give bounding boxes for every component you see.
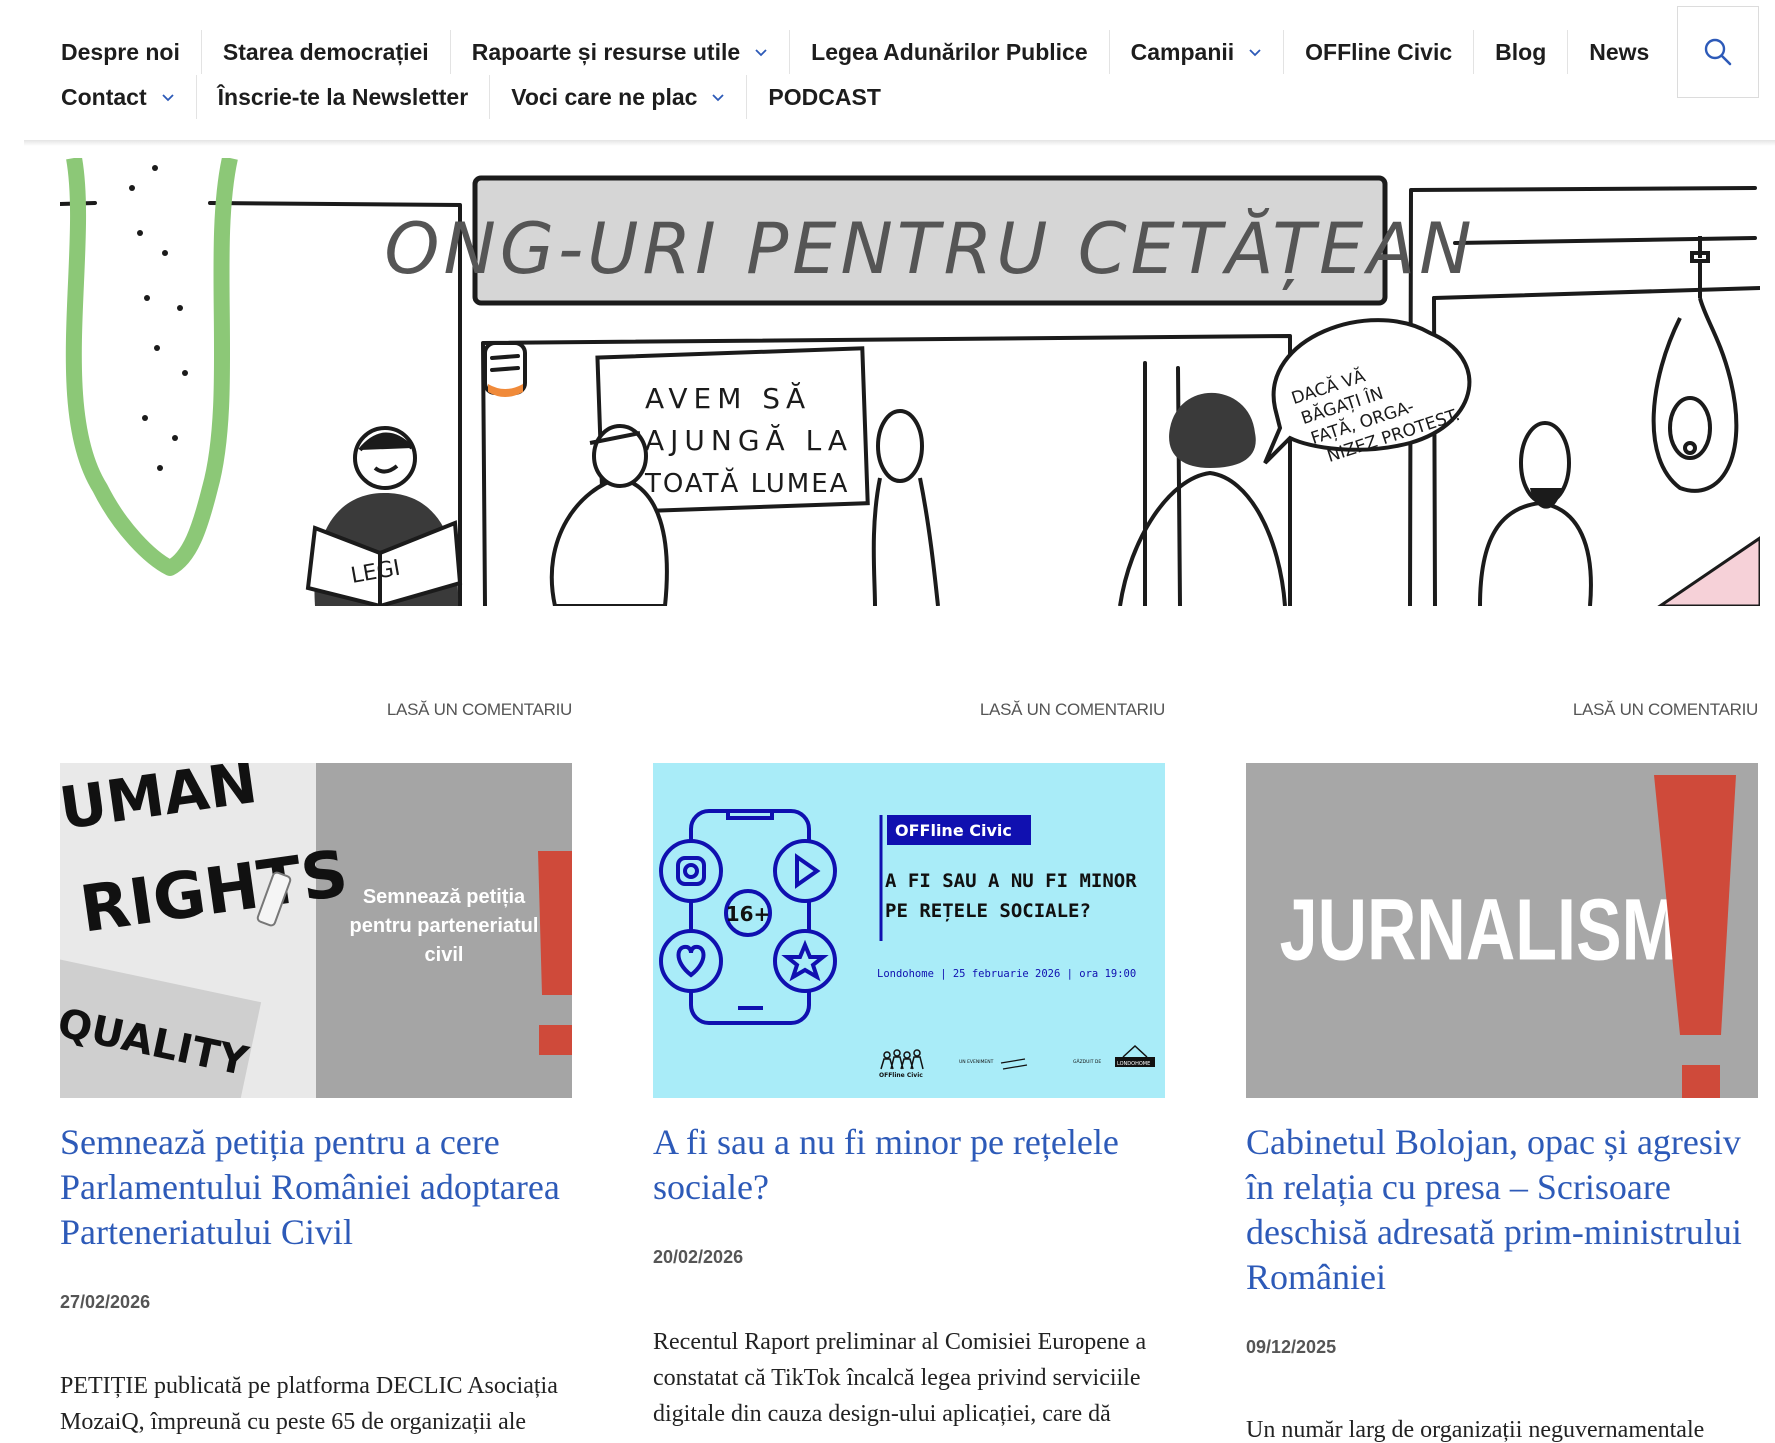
nav-item-podcast[interactable]: PODCAST <box>747 75 901 119</box>
header-shadow <box>24 140 1775 146</box>
comment-link[interactable]: LASĂ UN COMENTARIU <box>653 700 1165 740</box>
nav-label: Rapoarte și resurse utile <box>471 38 741 65</box>
nav-label: OFFline Civic <box>1305 38 1453 65</box>
thumb-heading-1: A FI SAU A NU FI MINOR <box>885 870 1137 892</box>
post-thumbnail[interactable]: JURNALISM <box>1246 763 1758 1098</box>
nav-label: Înscrie-te la Newsletter <box>217 83 469 110</box>
nav-label: Despre noi <box>61 38 180 65</box>
nav-item-contact[interactable]: Contact <box>40 75 197 119</box>
nav-label: Campanii <box>1130 38 1235 65</box>
thumb-jurnalism-text: JURNALISM <box>1280 881 1679 979</box>
post-date: 09/12/2025 <box>1246 1337 1337 1357</box>
logo-londohome: LONDOHOME <box>1117 1061 1150 1067</box>
nav-label: News <box>1589 38 1650 65</box>
chevron-down-icon <box>161 94 174 102</box>
heart-icon <box>659 929 723 993</box>
nav-item-news[interactable]: News <box>1568 30 1670 74</box>
logo-gazduit: GĂZDUIT DE <box>1073 1058 1101 1065</box>
post-excerpt: Recentul Raport preliminar al Comisiei E… <box>653 1324 1165 1432</box>
logo-offline-civic: OFFline Civic <box>879 1072 923 1079</box>
post-excerpt: Un număr larg de organizații neguvername… <box>1246 1412 1758 1443</box>
exclamation-dot <box>1682 1065 1720 1098</box>
post-card: LASĂ UN COMENTARIU JURNALISM Cabinetul B… <box>1246 700 1758 1443</box>
search-icon <box>1704 38 1732 66</box>
post-card: LASĂ UN COMENTARIU 16+ OFFline Civic A F… <box>653 700 1165 1427</box>
comment-link[interactable]: LASĂ UN COMENTARIU <box>1246 700 1758 740</box>
chevron-down-icon <box>1249 49 1261 57</box>
nav-row-1: Despre noi Starea democrației Rapoarte ș… <box>40 30 1670 74</box>
hero-board-line-1: AVEM SĂ <box>645 381 811 415</box>
offline-civic-badge: OFFline Civic <box>895 821 1012 840</box>
excerpt-line: MozaiQ, împreună cu peste 65 de organiza… <box>60 1409 527 1435</box>
exclamation-mark <box>538 851 572 995</box>
chevron-down-icon <box>712 94 725 102</box>
excerpt-line: Recentul Raport preliminar al Comisiei E… <box>653 1329 1147 1355</box>
thumbnail-image: 16+ OFFline Civic A FI SAU A NU FI MINOR… <box>653 763 1165 1098</box>
nav-label: Voci care ne plac <box>511 83 698 110</box>
thumb-caption-line-3: civil <box>425 944 464 966</box>
excerpt-line: PETIȚIE publicată pe platforma DECLIC As… <box>60 1373 558 1399</box>
nav-item-newsletter[interactable]: Înscrie-te la Newsletter <box>197 75 491 119</box>
hero-illustration: ONG-URI PENTRU CETĂȚEAN LEGI AVEM SĂ AJU… <box>60 158 1760 606</box>
chevron-down-icon <box>755 49 767 57</box>
hero-board-line-2: AJUNGĂ LA <box>645 423 853 457</box>
hero-sign-text: ONG-URI PENTRU CETĂȚEAN <box>384 208 1475 290</box>
thumb-heading-2: PE REȚELE SOCIALE? <box>885 900 1091 922</box>
nav-item-rapoarte[interactable]: Rapoarte și resurse utile <box>451 30 791 74</box>
thumbnail-image: UMAN RIGHTS QUALITY Semnează petiția pen… <box>60 763 572 1098</box>
excerpt-line: Un număr larg de organizații neguvername… <box>1246 1417 1705 1443</box>
nav-label: Contact <box>61 83 147 110</box>
nav-item-starea-democratiei[interactable]: Starea democrației <box>202 30 451 74</box>
search-button[interactable] <box>1677 6 1759 98</box>
comment-link[interactable]: LASĂ UN COMENTARIU <box>60 700 572 740</box>
logo-eveniment: UN EVENIMENT <box>959 1059 994 1065</box>
nav-label: Legea Adunărilor Publice <box>811 38 1088 65</box>
nav-item-campanii[interactable]: Campanii <box>1110 30 1285 74</box>
nav-label: Blog <box>1495 38 1547 65</box>
nav-row-2: Contact Înscrie-te la Newsletter Voci ca… <box>40 75 902 119</box>
play-icon <box>773 839 837 903</box>
thumb-caption-line-1: Semnează petiția <box>363 886 526 908</box>
nav-item-despre-noi[interactable]: Despre noi <box>40 30 202 74</box>
site-header: Despre noi Starea democrației Rapoarte ș… <box>0 0 1775 142</box>
age-label: 16+ <box>726 902 771 926</box>
nav-item-blog[interactable]: Blog <box>1474 30 1569 74</box>
thumbnail-image: JURNALISM <box>1246 763 1758 1098</box>
instagram-icon <box>659 839 723 903</box>
nav-item-legea-adunarilor[interactable]: Legea Adunărilor Publice <box>790 30 1110 74</box>
nav-item-offline-civic[interactable]: OFFline Civic <box>1284 30 1475 74</box>
post-date: 27/02/2026 <box>60 1292 151 1312</box>
nav-item-voci[interactable]: Voci care ne plac <box>490 75 748 119</box>
post-card: LASĂ UN COMENTARIU UMAN RIGHTS QUALITY S… <box>60 700 572 1435</box>
thumb-caption-line-2: pentru parteneriatul <box>350 915 539 937</box>
hero-board-line-3: TOATĂ LUMEA <box>644 466 849 499</box>
hero-drawing: ONG-URI PENTRU CETĂȚEAN LEGI AVEM SĂ AJU… <box>60 158 1760 606</box>
post-date: 20/02/2026 <box>653 1247 744 1267</box>
excerpt-line: digitale din cauza design-ului aplicație… <box>653 1401 1111 1427</box>
post-thumbnail[interactable]: 16+ OFFline Civic A FI SAU A NU FI MINOR… <box>653 763 1165 1098</box>
nav-label: Starea democrației <box>222 38 429 65</box>
post-title[interactable]: Semnează petiția pentru a cere Parlament… <box>60 1120 572 1255</box>
thumb-event-info: Londohome | 25 februarie 2026 | ora 19:0… <box>877 968 1136 980</box>
post-thumbnail[interactable]: UMAN RIGHTS QUALITY Semnează petiția pen… <box>60 763 572 1098</box>
excerpt-line: constatat că TikTok încalcă legea privin… <box>653 1365 1141 1391</box>
post-title[interactable]: A fi sau a nu fi minor pe rețelele socia… <box>653 1120 1165 1210</box>
exclamation-dot <box>539 1025 572 1055</box>
post-excerpt: PETIȚIE publicată pe platforma DECLIC As… <box>60 1368 572 1440</box>
nav-label: PODCAST <box>768 83 881 110</box>
post-title[interactable]: Cabinetul Bolojan, opac și agresiv în re… <box>1246 1120 1758 1300</box>
